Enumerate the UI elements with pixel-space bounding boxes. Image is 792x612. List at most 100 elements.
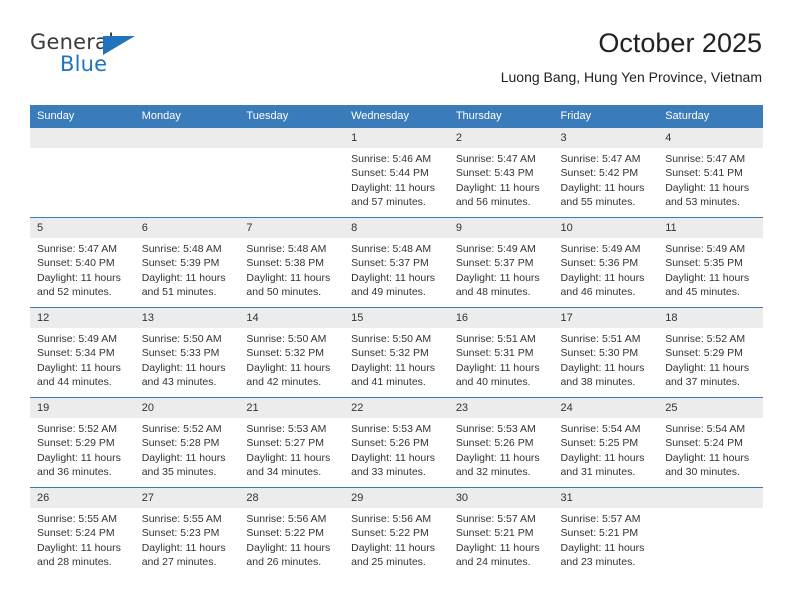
calendar-day-cell[interactable]: 2 Sunrise: 5:47 AM Sunset: 5:43 PM Daylight… (448, 127, 554, 218)
calendar-day-cell[interactable]: 27 Sunrise: 5:55 AM Sunset: 5:23 PM Dayligh… (134, 487, 240, 577)
calendar-day-cell[interactable] (134, 127, 240, 218)
day-details: Sunrise: 5:54 AM Sunset: 5:24 PM Daylight:… (658, 418, 763, 480)
day-number: 20 (134, 398, 240, 418)
daylight-text-line1: Daylight: 11 hours (351, 361, 435, 374)
calendar-day-cell[interactable]: 25 Sunrise: 5:54 AM Sunset: 5:24 PM Dayligh… (658, 397, 763, 488)
page-title: October 2025 (598, 28, 762, 58)
weekday-header-sunday: Sunday (30, 105, 135, 128)
day-details: Sunrise: 5:53 AM Sunset: 5:27 PM Daylight:… (239, 418, 344, 480)
calendar-day-cell[interactable]: 24 Sunrise: 5:54 AM Sunset: 5:25 PM Dayligh… (553, 397, 659, 488)
sunset-text: Sunset: 5:32 PM (351, 347, 429, 360)
daylight-text-line2: and 52 minutes. (37, 286, 112, 299)
day-number: 7 (239, 218, 345, 238)
daylight-text-line1: Daylight: 11 hours (246, 541, 331, 554)
day-number: 6 (134, 218, 240, 238)
day-number: 30 (448, 488, 554, 508)
daylight-text-line2: and 40 minutes. (455, 376, 531, 389)
logo-text-blue: Blue (60, 52, 108, 76)
calendar-day-cell[interactable]: 28 Sunrise: 5:56 AM Sunset: 5:22 PM Dayligh… (239, 487, 345, 577)
day-number: 8 (344, 218, 449, 238)
calendar-head: Sunday Monday Tuesday Wednesday Thursday… (30, 105, 763, 128)
calendar-day-cell[interactable] (30, 127, 135, 218)
calendar-day-cell[interactable]: 11 Sunrise: 5:49 AM Sunset: 5:35 PM Dayligh… (658, 217, 763, 308)
sunset-text: Sunset: 5:36 PM (560, 257, 639, 270)
calendar-day-cell[interactable]: 12 Sunrise: 5:49 AM Sunset: 5:34 PM Dayligh… (30, 307, 135, 398)
calendar-day-cell[interactable]: 18 Sunrise: 5:52 AM Sunset: 5:29 PM Dayligh… (658, 307, 763, 398)
sunset-text: Sunset: 5:31 PM (455, 347, 534, 360)
daylight-text-line2: and 50 minutes. (246, 286, 322, 299)
sunrise-text: Sunrise: 5:52 AM (141, 423, 222, 435)
day-details: Sunrise: 5:57 AM Sunset: 5:21 PM Daylight:… (554, 508, 659, 570)
calendar-day-cell[interactable]: 6 Sunrise: 5:48 AM Sunset: 5:39 PM Daylight… (134, 217, 240, 308)
calendar-day-cell[interactable]: 21 Sunrise: 5:53 AM Sunset: 5:27 PM Dayligh… (239, 397, 345, 488)
calendar-day-cell[interactable]: 5 Sunrise: 5:47 AM Sunset: 5:40 PM Daylight… (30, 217, 135, 308)
day-number: 26 (30, 488, 135, 508)
sunset-text: Sunset: 5:21 PM (455, 527, 534, 540)
day-details (135, 148, 240, 152)
daylight-text-line1: Daylight: 11 hours (665, 451, 750, 464)
daylight-text-line1: Daylight: 11 hours (37, 451, 121, 464)
calendar-day-cell[interactable]: 26 Sunrise: 5:55 AM Sunset: 5:24 PM Dayligh… (30, 487, 135, 577)
calendar-day-cell[interactable]: 29 Sunrise: 5:56 AM Sunset: 5:22 PM Dayligh… (344, 487, 449, 577)
sunset-text: Sunset: 5:22 PM (246, 527, 325, 540)
calendar-day-cell[interactable]: 22 Sunrise: 5:53 AM Sunset: 5:26 PM Dayligh… (344, 397, 449, 488)
sunrise-text: Sunrise: 5:55 AM (37, 513, 117, 525)
calendar-day-cell[interactable]: 13 Sunrise: 5:50 AM Sunset: 5:33 PM Dayligh… (134, 307, 240, 398)
calendar-day-cell[interactable]: 30 Sunrise: 5:57 AM Sunset: 5:21 PM Dayligh… (448, 487, 554, 577)
weekday-header-wednesday: Wednesday (344, 105, 449, 128)
day-number: 24 (553, 398, 659, 418)
daylight-text-line1: Daylight: 11 hours (455, 451, 540, 464)
calendar-day-cell[interactable]: 16 Sunrise: 5:51 AM Sunset: 5:31 PM Dayligh… (448, 307, 554, 398)
day-number: 3 (553, 128, 659, 148)
calendar-body: 1 Sunrise: 5:46 AM Sunset: 5:44 PM Daylight… (30, 127, 763, 577)
daylight-text-line2: and 24 minutes. (455, 556, 531, 569)
day-number: 14 (239, 308, 345, 328)
calendar-day-cell[interactable]: 15 Sunrise: 5:50 AM Sunset: 5:32 PM Dayligh… (344, 307, 449, 398)
day-number: 31 (553, 488, 659, 508)
sunrise-text: Sunrise: 5:51 AM (560, 333, 641, 345)
calendar-day-cell[interactable]: 20 Sunrise: 5:52 AM Sunset: 5:28 PM Dayligh… (134, 397, 240, 488)
day-details: Sunrise: 5:50 AM Sunset: 5:32 PM Daylight:… (344, 328, 449, 390)
calendar-day-cell[interactable]: 7 Sunrise: 5:48 AM Sunset: 5:38 PM Daylight… (239, 217, 345, 308)
calendar-day-cell[interactable]: 10 Sunrise: 5:49 AM Sunset: 5:36 PM Dayligh… (553, 217, 659, 308)
daylight-text-line2: and 31 minutes. (560, 466, 636, 479)
calendar-week-row: 26 Sunrise: 5:55 AM Sunset: 5:24 PM Dayligh… (30, 487, 763, 577)
daylight-text-line1: Daylight: 11 hours (455, 181, 540, 194)
calendar-day-cell[interactable]: 4 Sunrise: 5:47 AM Sunset: 5:41 PM Daylight… (658, 127, 763, 218)
calendar-day-cell[interactable] (658, 487, 763, 577)
calendar-day-cell[interactable]: 31 Sunrise: 5:57 AM Sunset: 5:21 PM Dayligh… (553, 487, 659, 577)
sunrise-text: Sunrise: 5:52 AM (665, 333, 746, 345)
logo-text-general: General (30, 30, 115, 54)
calendar-page: General Blue October 2025 Luong Bang, Hu… (0, 0, 792, 612)
sunrise-text: Sunrise: 5:49 AM (455, 243, 536, 255)
calendar-day-cell[interactable]: 17 Sunrise: 5:51 AM Sunset: 5:30 PM Dayligh… (553, 307, 659, 398)
sunrise-text: Sunrise: 5:50 AM (351, 333, 432, 345)
sunrise-text: Sunrise: 5:46 AM (351, 153, 432, 165)
calendar-day-cell[interactable]: 3 Sunrise: 5:47 AM Sunset: 5:42 PM Daylight… (553, 127, 659, 218)
calendar-day-cell[interactable]: 19 Sunrise: 5:52 AM Sunset: 5:29 PM Dayligh… (30, 397, 135, 488)
daylight-text-line1: Daylight: 11 hours (246, 271, 331, 284)
calendar-day-cell[interactable]: 14 Sunrise: 5:50 AM Sunset: 5:32 PM Dayligh… (239, 307, 345, 398)
day-details: Sunrise: 5:56 AM Sunset: 5:22 PM Daylight:… (239, 508, 344, 570)
daylight-text-line1: Daylight: 11 hours (455, 271, 540, 284)
calendar-day-cell[interactable]: 8 Sunrise: 5:48 AM Sunset: 5:37 PM Daylight… (344, 217, 449, 308)
generalblue-logo[interactable]: General Blue (30, 30, 170, 86)
day-number: 18 (658, 308, 763, 328)
calendar-week-row: 12 Sunrise: 5:49 AM Sunset: 5:34 PM Dayligh… (30, 307, 763, 398)
sunrise-text: Sunrise: 5:56 AM (246, 513, 327, 525)
sunrise-text: Sunrise: 5:53 AM (351, 423, 432, 435)
daylight-text-line2: and 30 minutes. (665, 466, 740, 479)
calendar-day-cell[interactable]: 23 Sunrise: 5:53 AM Sunset: 5:26 PM Dayligh… (448, 397, 554, 488)
sunset-text: Sunset: 5:41 PM (665, 167, 743, 180)
calendar-day-cell[interactable]: 9 Sunrise: 5:49 AM Sunset: 5:37 PM Daylight… (448, 217, 554, 308)
day-details: Sunrise: 5:48 AM Sunset: 5:37 PM Daylight:… (344, 238, 449, 300)
calendar-day-cell[interactable] (239, 127, 345, 218)
sunset-text: Sunset: 5:22 PM (351, 527, 429, 540)
daylight-text-line2: and 33 minutes. (351, 466, 426, 479)
daylight-text-line2: and 37 minutes. (665, 376, 740, 389)
calendar-day-cell[interactable]: 1 Sunrise: 5:46 AM Sunset: 5:44 PM Daylight… (344, 127, 449, 218)
day-details: Sunrise: 5:49 AM Sunset: 5:35 PM Daylight:… (658, 238, 763, 300)
day-number (30, 128, 135, 148)
day-number: 4 (658, 128, 763, 148)
sunrise-text: Sunrise: 5:47 AM (455, 153, 536, 165)
